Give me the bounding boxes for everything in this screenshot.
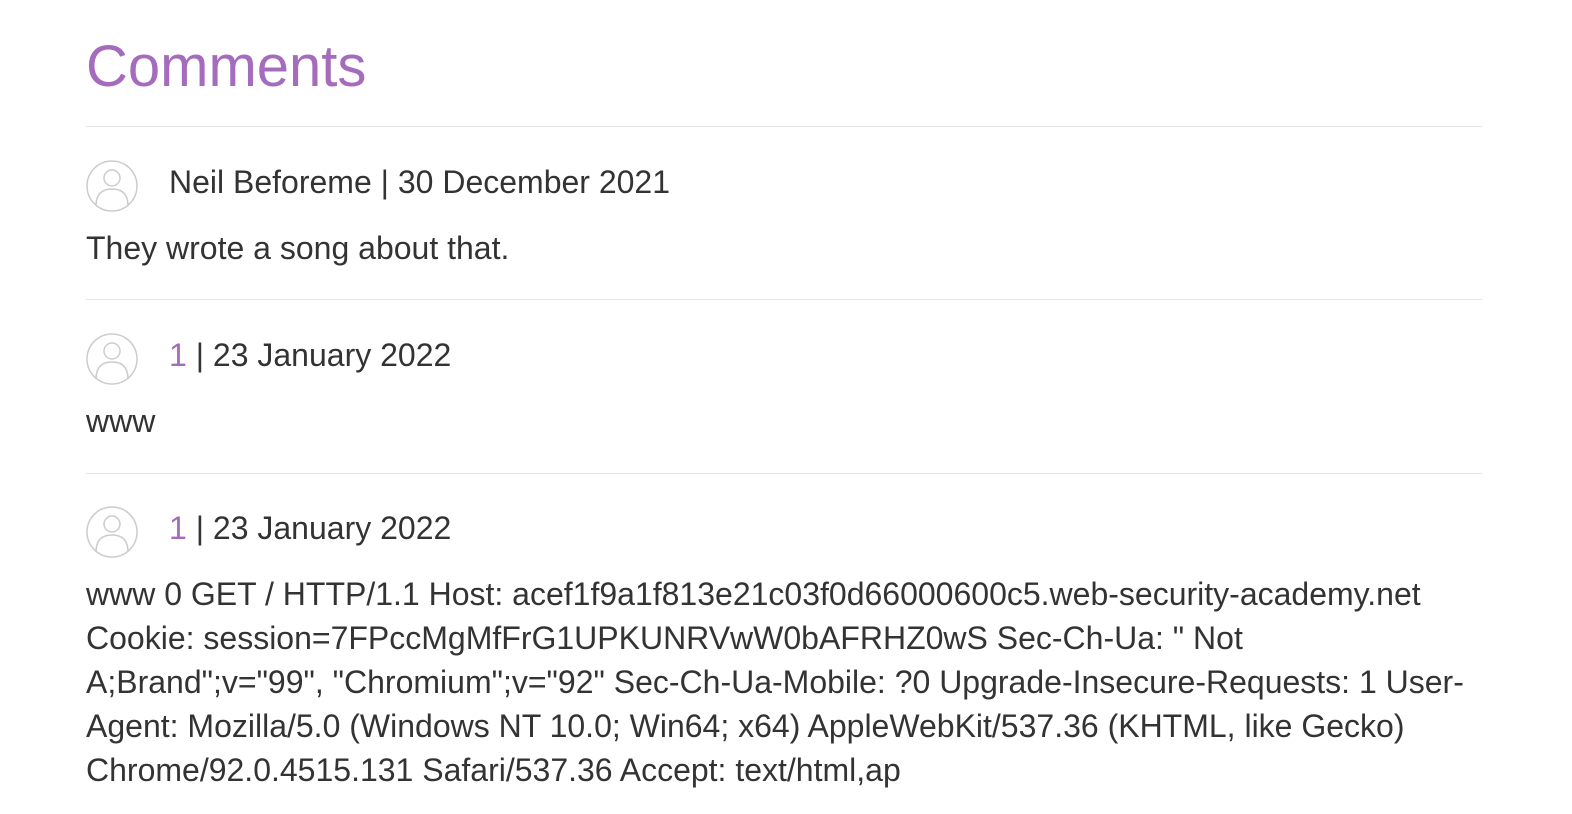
comment-body: www 0 GET / HTTP/1.1 Host: acef1f9a1f813… [86, 576, 1464, 788]
comment-meta: 1 | 23 January 2022 [169, 508, 451, 548]
comment: Neil Beforeme | 30 December 2021 They wr… [86, 160, 1482, 270]
comment-date: 23 January 2022 [212, 510, 452, 546]
comment-meta: 1 | 23 January 2022 [169, 335, 451, 375]
comment-separator: | [371, 164, 398, 200]
comment: 1 | 23 January 2022 www 0 GET / HTTP/1.1… [86, 506, 1482, 792]
comment-separator: | [186, 510, 213, 546]
comment-meta: Neil Beforeme | 30 December 2021 [169, 162, 670, 202]
user-avatar-icon [86, 333, 138, 385]
comment: 1 | 23 January 2022 www [86, 333, 1482, 443]
comment-divider [86, 299, 1482, 300]
comment-separator: | [186, 337, 213, 373]
user-avatar-icon [86, 160, 138, 212]
comment-body: They wrote a song about that. [86, 230, 510, 266]
comment-author: Neil Beforeme [169, 164, 372, 200]
comment-author-link[interactable]: 1 [169, 510, 187, 546]
comment-divider [86, 473, 1482, 474]
page-title: Comments [86, 34, 367, 99]
comment-header: 1 | 23 January 2022 [86, 506, 1482, 558]
comment-author-link[interactable]: 1 [169, 337, 187, 373]
title-divider [86, 126, 1482, 127]
comment-header: Neil Beforeme | 30 December 2021 [86, 160, 1482, 212]
comment-date: 23 January 2022 [212, 337, 452, 373]
comment-header: 1 | 23 January 2022 [86, 333, 1482, 385]
comment-body: www [86, 403, 156, 439]
user-avatar-icon [86, 506, 138, 558]
comments-section: Comments Neil Beforeme | 30 December 202… [86, 0, 1482, 788]
comment-date: 30 December 2021 [397, 164, 671, 200]
